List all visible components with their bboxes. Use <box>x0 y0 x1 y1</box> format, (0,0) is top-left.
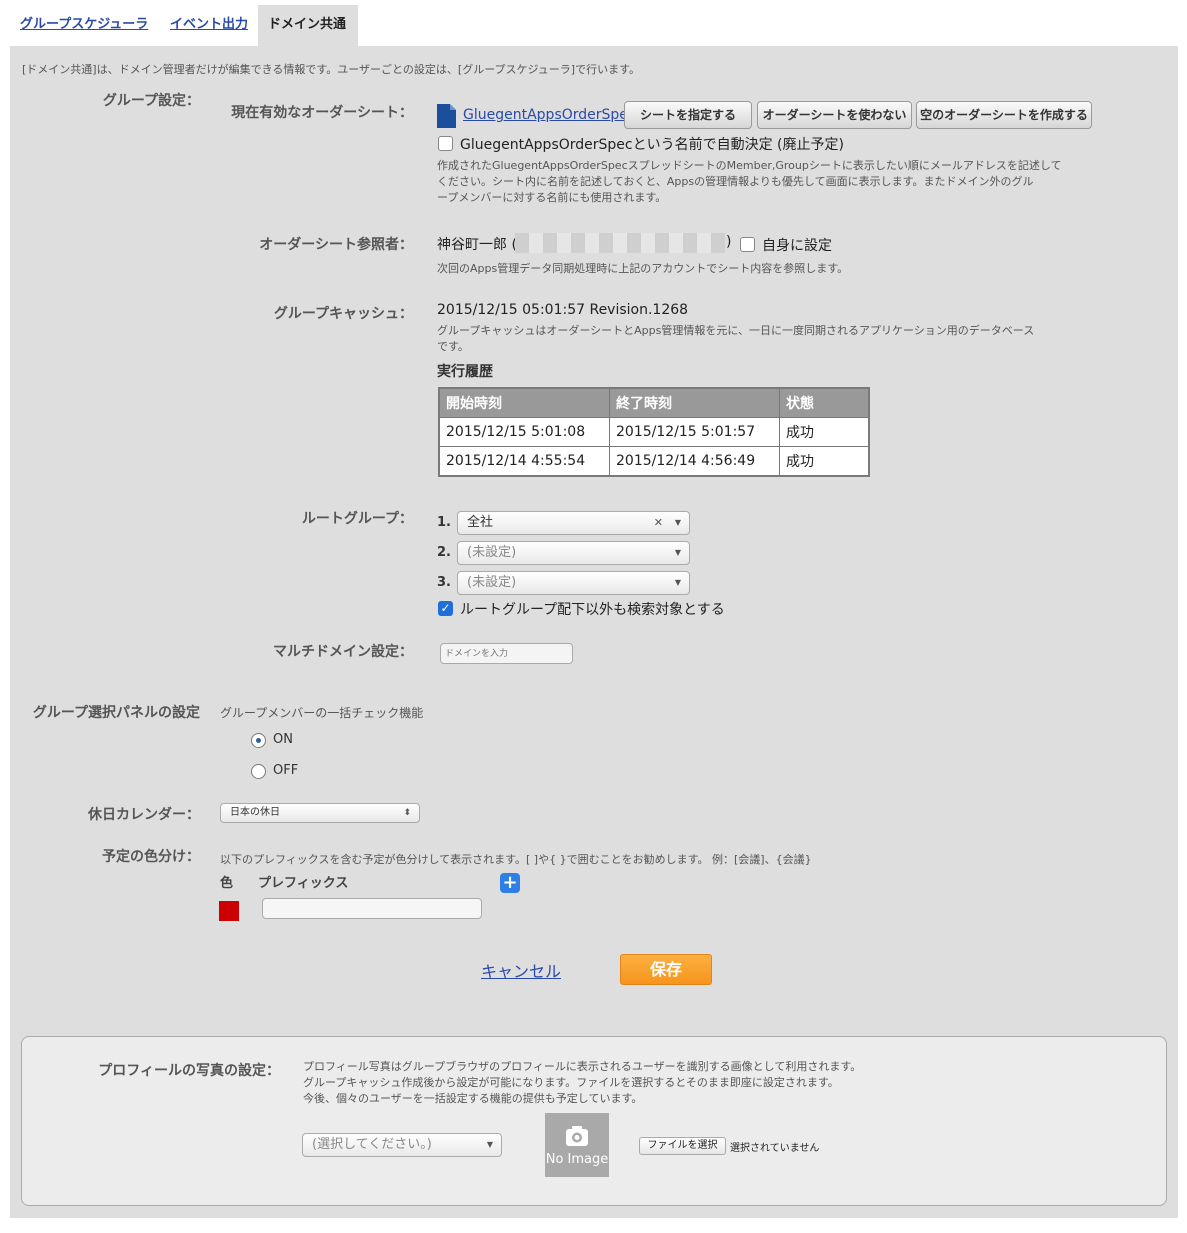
description-line: ープメンバーに対する名前にも使用されます。 <box>437 191 667 204</box>
prefix-column-header: プレフィックス <box>258 876 349 891</box>
multi-domain-label: マルチドメイン設定： <box>273 644 413 660</box>
group-panel-label: グループ選択パネルの設定 <box>32 705 200 721</box>
tab-group-scheduler[interactable]: グループスケジューラ <box>10 5 160 46</box>
select-value: 全社 <box>467 515 494 530</box>
table-row: 2015/12/15 5:01:08 2015/12/15 5:01:57 成功 <box>438 417 870 447</box>
cell-start: 2015/12/14 4:55:54 <box>438 446 610 477</box>
holiday-calendar-select[interactable]: 日本の休日 ⬍ <box>220 803 420 823</box>
domain-input[interactable] <box>440 643 573 664</box>
redacted-email <box>515 233 725 253</box>
cell-status: 成功 <box>779 446 870 477</box>
spreadsheet-file-icon <box>437 104 456 128</box>
no-image-placeholder: No Image <box>545 1113 609 1177</box>
history-title: 実行履歴 <box>437 364 493 380</box>
radio-off[interactable] <box>251 764 266 779</box>
add-prefix-button[interactable]: + <box>500 873 520 893</box>
select-value: (未設定) <box>467 545 517 560</box>
set-self-label: 自身に設定 <box>762 238 832 254</box>
color-coding-label: 予定の色分け： <box>102 849 200 865</box>
color-coding-description: 以下のプレフィックスを含む予定が色分けして表示されます。[ ]や{ }で囲むこと… <box>220 853 812 866</box>
specify-sheet-button[interactable]: シートを指定する <box>624 101 752 129</box>
group-cache-description: グループキャッシュはオーダーシートとApps管理情報を元に、一日に一度同期される… <box>437 323 1034 355</box>
root-group-label: ルートグループ： <box>301 511 413 527</box>
order-sheet-description: 作成されたGluegentAppsOrderSpecスプレッドシートのMembe… <box>437 158 1062 206</box>
search-outside-root-checkbox[interactable]: ✓ <box>438 601 453 616</box>
order-sheet-label: 現在有効なオーダーシート： <box>231 105 413 121</box>
description-line: です。 <box>437 340 469 353</box>
radio-on-label: ON <box>273 732 293 747</box>
cancel-link[interactable]: キャンセル <box>481 958 561 982</box>
description-line: グループキャッシュ作成後から設定が可能になります。ファイルを選択するとそのまま即… <box>303 1076 839 1089</box>
select-value: (未設定) <box>467 575 517 590</box>
group-panel-sublabel: グループメンバーの一括チェック機能 <box>220 706 424 720</box>
no-image-text: No Image <box>545 1152 609 1167</box>
history-table: 開始時刻 終了時刻 状態 2015/12/15 5:01:08 2015/12/… <box>438 387 870 477</box>
root-group-select-3[interactable]: (未設定) ▼ <box>457 571 690 595</box>
clear-icon[interactable]: ✕ <box>654 512 663 534</box>
auto-decide-label: GluegentAppsOrderSpecという名前で自動決定 (廃止予定) <box>460 137 844 153</box>
description-line: プロフィール写真はグループブラウザのプロフィールに表示されるユーザーを識別する画… <box>303 1060 862 1073</box>
cell-status: 成功 <box>779 417 870 447</box>
root-group-select-2[interactable]: (未設定) ▼ <box>457 541 690 565</box>
description-line: グループキャッシュはオーダーシートとApps管理情報を元に、一日に一度同期される… <box>437 324 1035 337</box>
user-select[interactable]: (選択してください。) ▼ <box>302 1133 502 1157</box>
file-status: 選択されていません <box>730 1143 820 1154</box>
column-header-start: 開始時刻 <box>438 387 610 418</box>
select-value: (選択してください。) <box>312 1137 432 1152</box>
save-button[interactable]: 保存 <box>620 954 712 985</box>
chevron-down-icon: ▼ <box>486 1140 493 1149</box>
radio-on[interactable] <box>251 733 266 748</box>
column-header-end: 終了時刻 <box>609 387 780 418</box>
order-sheet-link[interactable]: GluegentAppsOrderSpec <box>463 107 636 123</box>
create-empty-order-sheet-button[interactable]: 空のオーダーシートを作成する <box>916 101 1092 129</box>
choose-file-button[interactable]: ファイルを選択 <box>639 1137 726 1155</box>
profile-photo-label: プロフィールの写真の設定： <box>98 1063 280 1079</box>
cell-end: 2015/12/15 5:01:57 <box>609 417 780 447</box>
table-row: 2015/12/14 4:55:54 2015/12/14 4:56:49 成功 <box>438 446 870 477</box>
chevron-down-icon: ▼ <box>674 578 681 587</box>
description-line: ください。シート内に名前を記述しておくと、Appsの管理情報よりも優先して画面に… <box>437 175 1034 188</box>
set-self-checkbox[interactable] <box>740 237 755 252</box>
prefix-input[interactable] <box>262 898 482 919</box>
reference-user-note: 次回のApps管理データ同期処理時に上記のアカウントでシート内容を参照します。 <box>437 262 849 275</box>
description-line: 今後、個々のユーザーを一括設定する機能の提供も予定しています。 <box>303 1092 643 1105</box>
root-group-number: 3. <box>437 575 451 590</box>
table-header-row: 開始時刻 終了時刻 状態 <box>438 387 870 418</box>
updown-icon: ⬍ <box>403 808 411 818</box>
group-cache-label: グループキャッシュ： <box>273 306 413 322</box>
holiday-calendar-label: 休日カレンダー： <box>88 807 200 823</box>
auto-decide-checkbox[interactable] <box>438 136 453 151</box>
chevron-down-icon: ▼ <box>674 518 681 527</box>
color-column-header: 色 <box>220 876 234 891</box>
color-swatch[interactable] <box>219 901 239 921</box>
cell-end: 2015/12/14 4:56:49 <box>609 446 780 477</box>
profile-photo-description: プロフィール写真はグループブラウザのプロフィールに表示されるユーザーを識別する画… <box>303 1059 861 1107</box>
root-group-number: 2. <box>437 545 451 560</box>
search-outside-root-label: ルートグループ配下以外も検索対象とする <box>460 602 725 618</box>
root-group-select-1[interactable]: 全社 ✕ ▼ <box>457 511 690 535</box>
camera-icon <box>566 1126 588 1146</box>
root-group-number: 1. <box>437 515 451 530</box>
reference-user-close: ) <box>726 234 732 250</box>
dont-use-order-sheet-button[interactable]: オーダーシートを使わない <box>757 101 912 129</box>
tab-event-output[interactable]: イベント出力 <box>160 5 258 46</box>
tab-domain-common[interactable]: ドメイン共通 <box>258 5 358 46</box>
group-settings-label: グループ設定： <box>102 93 200 109</box>
select-value: 日本の休日 <box>230 807 280 818</box>
reference-user-label: オーダーシート参照者： <box>259 237 413 253</box>
radio-off-label: OFF <box>273 763 299 778</box>
cell-start: 2015/12/15 5:01:08 <box>438 417 610 447</box>
group-cache-value: 2015/12/15 05:01:57 Revision.1268 <box>437 302 689 318</box>
chevron-down-icon: ▼ <box>674 548 681 557</box>
description-line: 作成されたGluegentAppsOrderSpecスプレッドシートのMembe… <box>437 159 1062 172</box>
intro-text: [ドメイン共通]は、ドメイン管理者だけが編集できる情報です。ユーザーごとの設定は… <box>22 63 640 76</box>
column-header-status: 状態 <box>779 387 870 418</box>
reference-user-name: 神谷町一郎 ( <box>437 237 517 253</box>
